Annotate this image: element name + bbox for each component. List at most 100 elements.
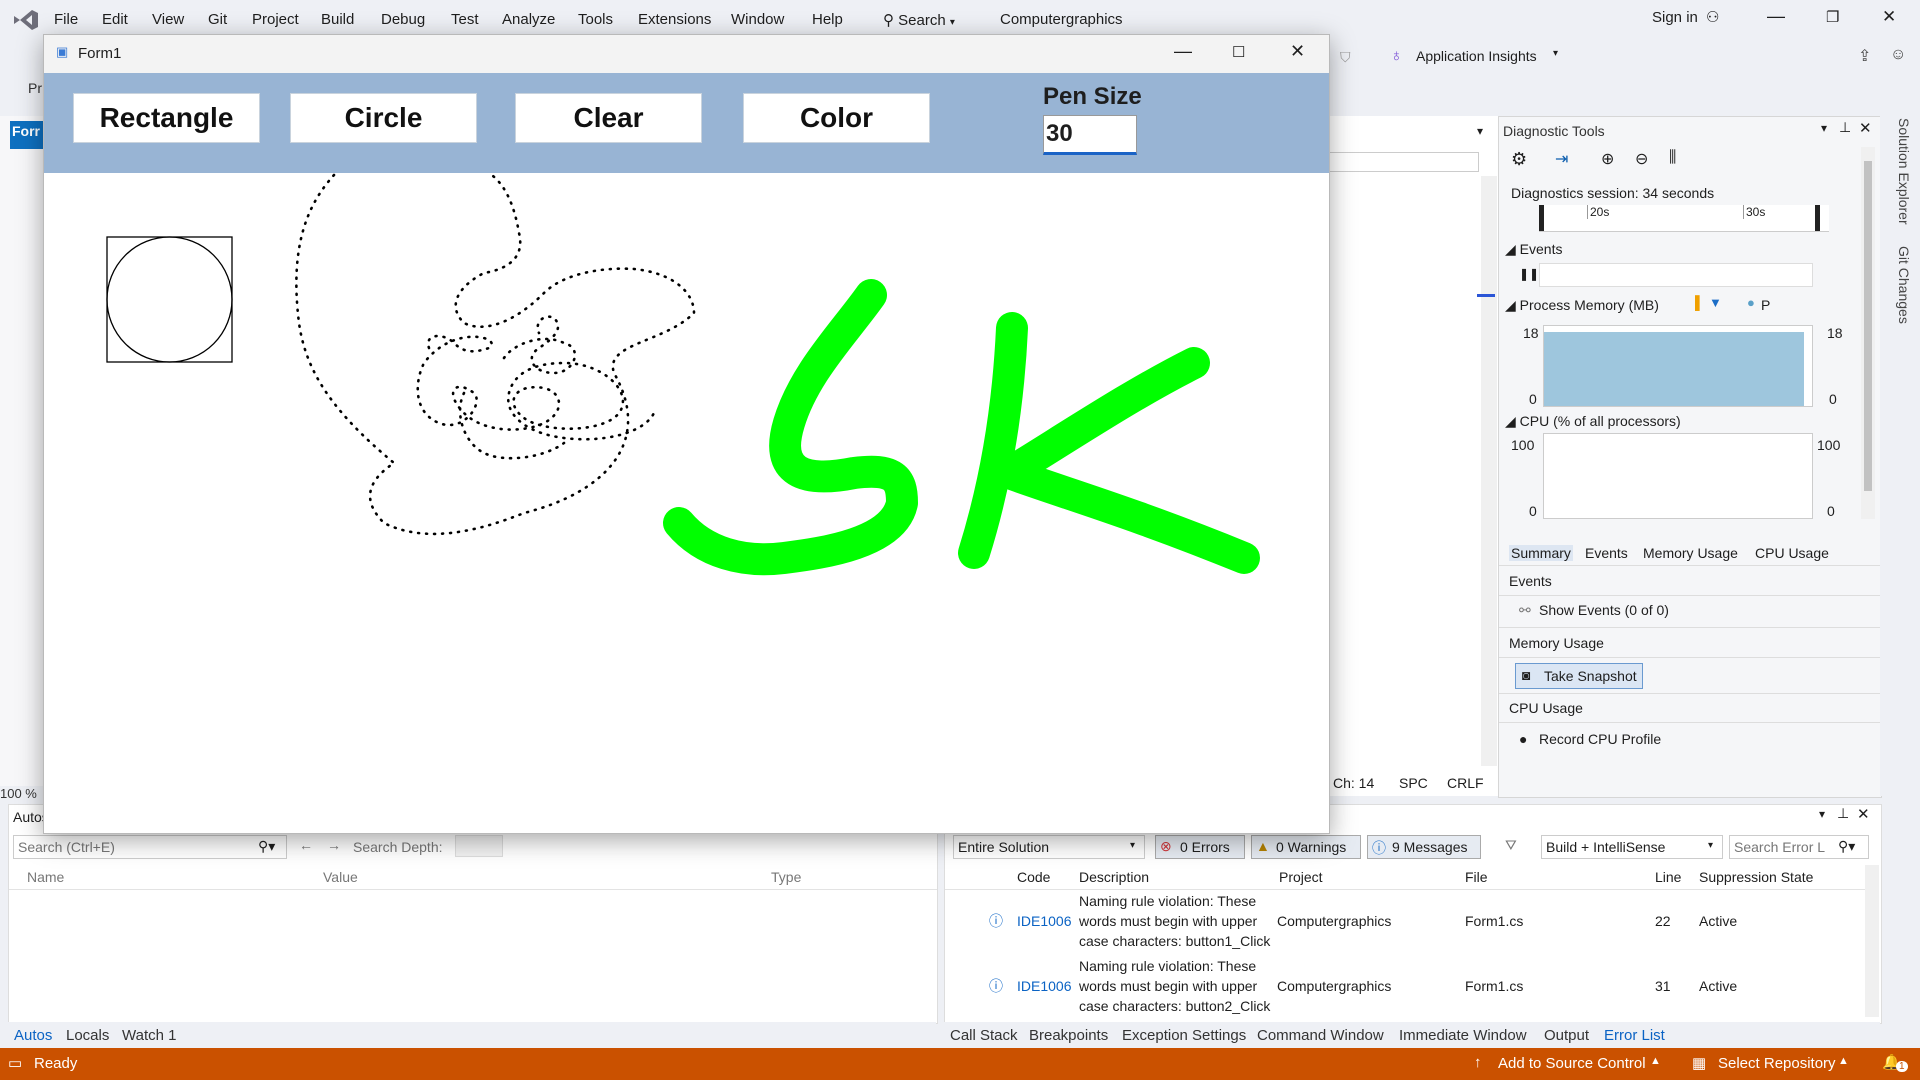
- timeline-ruler[interactable]: 20s 30s: [1539, 205, 1829, 232]
- close-icon[interactable]: ✕: [1882, 7, 1896, 27]
- zoom-out-icon[interactable]: ⊖: [1635, 149, 1648, 169]
- settings-gear-icon[interactable]: ⚙: [1511, 149, 1527, 170]
- table-row[interactable]: ⓘ IDE1006 Naming rule violation: These w…: [945, 956, 1865, 1018]
- table-row[interactable]: ⓘ IDE1006 Naming rule violation: These w…: [945, 891, 1865, 953]
- zoom-level[interactable]: 100 %: [0, 786, 44, 801]
- share-icon[interactable]: ⇪: [1858, 46, 1871, 66]
- menu-edit[interactable]: Edit: [102, 11, 128, 28]
- person-icon[interactable]: ⚇: [1706, 8, 1719, 26]
- chevron-down-icon[interactable]: ▾: [1477, 124, 1483, 138]
- tab-git-changes[interactable]: Git Changes: [1896, 246, 1912, 324]
- menu-view[interactable]: View: [152, 11, 184, 28]
- tab-breakpoints[interactable]: Breakpoints: [1029, 1027, 1108, 1044]
- minimize-icon[interactable]: —: [1767, 6, 1785, 27]
- column-value[interactable]: Value: [323, 869, 358, 885]
- tab-error-list[interactable]: Error List: [1604, 1027, 1665, 1044]
- memory-header[interactable]: ◢ Process Memory (MB): [1505, 297, 1659, 314]
- diagnostics-scrollbar[interactable]: [1861, 147, 1875, 519]
- pause-icon[interactable]: ❚❚: [1519, 267, 1539, 281]
- rectangle-button[interactable]: Rectangle: [73, 93, 260, 143]
- column-description[interactable]: Description: [1079, 869, 1149, 885]
- application-insights-button[interactable]: Application Insights: [1416, 48, 1537, 64]
- form-titlebar[interactable]: ▣ Form1 — ☐ ✕: [44, 35, 1329, 73]
- error-list-scrollbar[interactable]: [1865, 865, 1879, 1017]
- column-file[interactable]: File: [1465, 869, 1488, 885]
- errors-filter-button[interactable]: ⊗ 0 Errors: [1155, 835, 1245, 859]
- maximize-icon[interactable]: ☐: [1232, 43, 1245, 61]
- scrollbar-thumb[interactable]: [1864, 161, 1872, 491]
- close-icon[interactable]: ✕: [1857, 805, 1870, 823]
- column-code[interactable]: Code: [1017, 869, 1050, 885]
- search-button[interactable]: ⚲ Search ▾: [883, 11, 955, 29]
- tab-memory-usage[interactable]: Memory Usage: [1643, 545, 1738, 561]
- tab-events[interactable]: Events: [1585, 545, 1628, 561]
- cpu-graph[interactable]: [1543, 433, 1813, 519]
- column-line[interactable]: Line: [1655, 869, 1681, 885]
- tab-immediate-window[interactable]: Immediate Window: [1399, 1027, 1527, 1044]
- filter-icon[interactable]: ⛛: [1505, 837, 1517, 854]
- timeline-start-marker[interactable]: [1539, 205, 1544, 231]
- feedback-icon[interactable]: ☺: [1890, 46, 1906, 64]
- bookmark-icon[interactable]: ⛉: [1340, 49, 1351, 66]
- cpu-header[interactable]: ◢ CPU (% of all processors): [1505, 413, 1681, 430]
- chevron-up-icon[interactable]: ▲: [1650, 1055, 1661, 1067]
- chart-icon[interactable]: ⫼: [1669, 149, 1676, 167]
- menu-build[interactable]: Build: [321, 11, 354, 28]
- column-type[interactable]: Type: [771, 869, 801, 885]
- tab-summary[interactable]: Summary: [1509, 545, 1573, 561]
- tab-solution-explorer[interactable]: Solution Explorer: [1896, 118, 1912, 225]
- menu-extensions[interactable]: Extensions: [638, 11, 711, 28]
- menu-window[interactable]: Window: [731, 11, 784, 28]
- zoom-in-icon[interactable]: ⊕: [1601, 149, 1614, 169]
- menu-git[interactable]: Git: [208, 11, 227, 28]
- tab-command-window[interactable]: Command Window: [1257, 1027, 1384, 1044]
- autos-search-input[interactable]: Search (Ctrl+E) ⚲▾: [13, 835, 287, 859]
- menu-analyze[interactable]: Analyze: [502, 11, 555, 28]
- chevron-down-icon[interactable]: ▾: [1819, 807, 1825, 821]
- sign-in-link[interactable]: Sign in: [1652, 9, 1698, 26]
- circle-button[interactable]: Circle: [290, 93, 477, 143]
- line-ending-indicator[interactable]: CRLF: [1447, 775, 1484, 791]
- close-icon[interactable]: ✕: [1859, 119, 1872, 137]
- select-repository[interactable]: Select Repository: [1718, 1055, 1836, 1072]
- restore-icon[interactable]: ❐: [1826, 8, 1839, 26]
- search-depth-dropdown[interactable]: [455, 835, 503, 857]
- menu-debug[interactable]: Debug: [381, 11, 425, 28]
- tab-watch-1[interactable]: Watch 1: [122, 1027, 176, 1044]
- chevron-down-icon[interactable]: ▾: [1821, 121, 1827, 135]
- whitespace-indicator[interactable]: SPC: [1399, 775, 1428, 791]
- tab-exception-settings[interactable]: Exception Settings: [1122, 1027, 1246, 1044]
- error-code-link[interactable]: IDE1006: [1017, 978, 1071, 994]
- menu-help[interactable]: Help: [812, 11, 843, 28]
- pen-size-input[interactable]: 30: [1043, 115, 1137, 155]
- tab-call-stack[interactable]: Call Stack: [950, 1027, 1018, 1044]
- error-code-link[interactable]: IDE1006: [1017, 913, 1071, 929]
- show-events-link[interactable]: Show Events (0 of 0): [1539, 602, 1669, 618]
- menu-file[interactable]: File: [54, 11, 78, 28]
- search-icon[interactable]: ⚲▾: [258, 838, 275, 855]
- pin-icon[interactable]: ⊥: [1837, 805, 1849, 822]
- editor-scrollbar[interactable]: [1481, 176, 1497, 766]
- events-header[interactable]: ◢ Events: [1505, 241, 1562, 258]
- tab-autos[interactable]: Autos: [14, 1027, 52, 1044]
- close-icon[interactable]: ✕: [1290, 41, 1305, 62]
- form1-window[interactable]: ▣ Form1 — ☐ ✕ Rectangle Circle Clear Col…: [43, 34, 1330, 834]
- scope-dropdown[interactable]: Entire Solution ▾: [953, 835, 1145, 859]
- member-dropdown[interactable]: [1327, 152, 1479, 172]
- drawing-canvas[interactable]: [44, 173, 1329, 833]
- back-arrow-icon[interactable]: ←: [299, 837, 313, 853]
- minimize-icon[interactable]: —: [1174, 41, 1192, 62]
- clear-button[interactable]: Clear: [515, 93, 702, 143]
- menu-test[interactable]: Test: [451, 11, 479, 28]
- add-to-source-control[interactable]: Add to Source Control: [1498, 1055, 1646, 1072]
- forward-arrow-icon[interactable]: →: [327, 837, 341, 853]
- error-search-input[interactable]: Search Error L ⚲▾: [1729, 835, 1869, 859]
- column-project[interactable]: Project: [1279, 869, 1323, 885]
- menu-tools[interactable]: Tools: [578, 11, 613, 28]
- chevron-up-icon[interactable]: ▲: [1838, 1055, 1849, 1067]
- color-button[interactable]: Color: [743, 93, 930, 143]
- record-cpu-link[interactable]: Record CPU Profile: [1539, 731, 1661, 747]
- build-filter-dropdown[interactable]: Build + IntelliSense ▾: [1541, 835, 1723, 859]
- memory-graph[interactable]: [1543, 325, 1813, 407]
- timeline-end-marker[interactable]: [1815, 205, 1820, 231]
